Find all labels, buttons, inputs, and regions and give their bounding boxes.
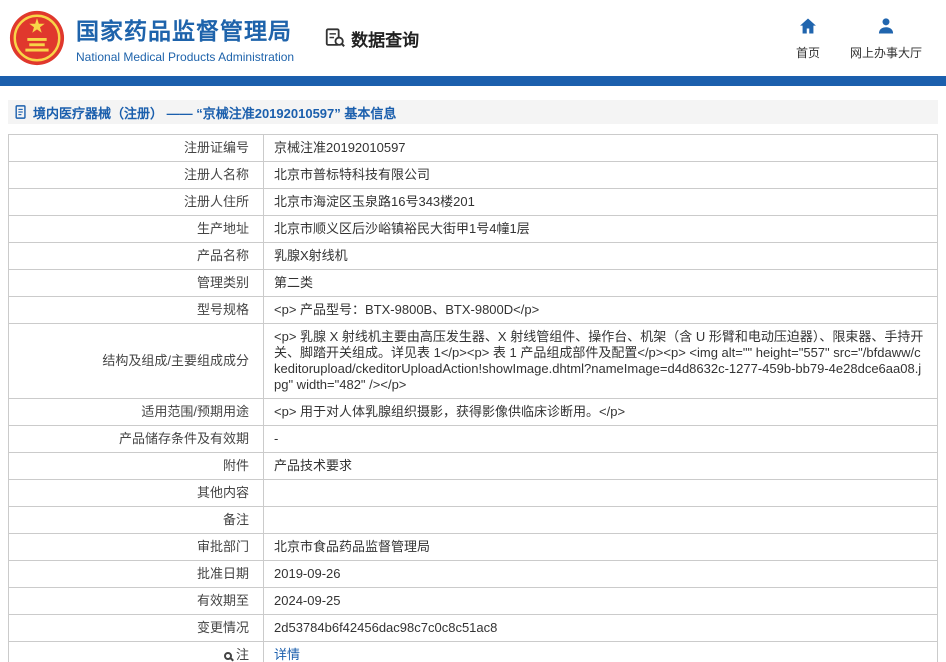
row-label: 批准日期 — [9, 561, 264, 588]
table-row: 备注 — [9, 507, 938, 534]
row-label: 注册证编号 — [9, 135, 264, 162]
site-title-en: National Medical Products Administration — [76, 50, 294, 64]
table-row: 生产地址 北京市顺义区后沙峪镇裕民大街甲1号4幢1层 — [9, 216, 938, 243]
row-label: 备注 — [9, 507, 264, 534]
row-label: 适用范围/预期用途 — [9, 399, 264, 426]
row-value: 北京市普标特科技有限公司 — [264, 162, 938, 189]
table-row: 适用范围/预期用途 <p> 用于对人体乳腺组织摄影，获得影像供临床诊断用。</p… — [9, 399, 938, 426]
info-table-body: 注册证编号 京械注准20192010597 注册人名称 北京市普标特科技有限公司… — [9, 135, 938, 662]
row-value: <p> 产品型号：BTX-9800B、BTX-9800D</p> — [264, 297, 938, 324]
row-value: 2d53784b6f42456dac98c7c0c8c51ac8 — [264, 615, 938, 642]
table-row: 附件 产品技术要求 — [9, 453, 938, 480]
magnifier-icon — [224, 652, 232, 660]
row-value: 产品技术要求 — [264, 453, 938, 480]
header: 国家药品监督管理局 National Medical Products Admi… — [0, 0, 946, 76]
nav-online-service-hall-label: 网上办事大厅 — [850, 44, 922, 61]
data-query-button[interactable]: 数据查询 — [324, 26, 419, 51]
row-label: 附件 — [9, 453, 264, 480]
nav-home[interactable]: 首页 — [796, 16, 820, 61]
person-icon — [876, 16, 896, 39]
document-icon — [14, 105, 28, 119]
row-label: 生产地址 — [9, 216, 264, 243]
row-value: 第二类 — [264, 270, 938, 297]
row-label: 产品名称 — [9, 243, 264, 270]
data-query-label: 数据查询 — [351, 26, 419, 51]
row-label: 其他内容 — [9, 480, 264, 507]
row-value: 乳腺X射线机 — [264, 243, 938, 270]
row-label: 结构及组成/主要组成成分 — [9, 324, 264, 399]
table-row: 型号规格 <p> 产品型号：BTX-9800B、BTX-9800D</p> — [9, 297, 938, 324]
row-label: 注 — [9, 642, 264, 662]
row-value: <p> 乳腺 X 射线机主要由高压发生器、X 射线管组件、操作台、机架（含 U … — [264, 324, 938, 399]
table-row: 审批部门 北京市食品药品监督管理局 — [9, 534, 938, 561]
breadcrumb: 境内医疗器械（注册） —— “京械注准20192010597” 基本信息 — [8, 100, 938, 124]
row-label: 审批部门 — [9, 534, 264, 561]
row-value — [264, 507, 938, 534]
table-row: 批准日期 2019-09-26 — [9, 561, 938, 588]
table-row: 变更情况 2d53784b6f42456dac98c7c0c8c51ac8 — [9, 615, 938, 642]
registration-info-table: 注册证编号 京械注准20192010597 注册人名称 北京市普标特科技有限公司… — [8, 134, 938, 662]
row-value: 详情 — [264, 642, 938, 662]
row-value: <p> 用于对人体乳腺组织摄影，获得影像供临床诊断用。</p> — [264, 399, 938, 426]
nav-online-service-hall[interactable]: 网上办事大厅 — [850, 16, 922, 61]
table-row: 管理类别 第二类 — [9, 270, 938, 297]
header-nav: 首页 网上办事大厅 — [796, 16, 922, 61]
row-value — [264, 480, 938, 507]
detail-link[interactable]: 详情 — [274, 647, 300, 662]
site-title-cn: 国家药品监督管理局 — [76, 12, 294, 46]
row-label: 注册人住所 — [9, 189, 264, 216]
row-value: 2024-09-25 — [264, 588, 938, 615]
row-label: 管理类别 — [9, 270, 264, 297]
home-icon — [798, 16, 818, 39]
row-value: 2019-09-26 — [264, 561, 938, 588]
table-row: 其他内容 — [9, 480, 938, 507]
table-row: 注册人住所 北京市海淀区玉泉路16号343楼201 — [9, 189, 938, 216]
table-row: 产品名称 乳腺X射线机 — [9, 243, 938, 270]
doc-magnifier-icon — [324, 27, 346, 49]
row-label: 产品储存条件及有效期 — [9, 426, 264, 453]
row-label: 型号规格 — [9, 297, 264, 324]
row-value: - — [264, 426, 938, 453]
row-label: 变更情况 — [9, 615, 264, 642]
row-value: 京械注准20192010597 — [264, 135, 938, 162]
row-value: 北京市顺义区后沙峪镇裕民大街甲1号4幢1层 — [264, 216, 938, 243]
header-divider-bar — [0, 76, 946, 86]
table-row: 产品储存条件及有效期 - — [9, 426, 938, 453]
table-row: 结构及组成/主要组成成分 <p> 乳腺 X 射线机主要由高压发生器、X 射线管组… — [9, 324, 938, 399]
breadcrumb-text: 境内医疗器械（注册） —— “京械注准20192010597” 基本信息 — [33, 103, 396, 122]
nmpa-emblem-logo — [8, 9, 66, 67]
table-row: 注册证编号 京械注准20192010597 — [9, 135, 938, 162]
row-value: 北京市食品药品监督管理局 — [264, 534, 938, 561]
table-row: 注册人名称 北京市普标特科技有限公司 — [9, 162, 938, 189]
nav-home-label: 首页 — [796, 44, 820, 61]
registration-info: 注册证编号 京械注准20192010597 注册人名称 北京市普标特科技有限公司… — [8, 134, 938, 662]
table-row: 有效期至 2024-09-25 — [9, 588, 938, 615]
row-label: 有效期至 — [9, 588, 264, 615]
site-title: 国家药品监督管理局 National Medical Products Admi… — [76, 12, 294, 64]
row-value: 北京市海淀区玉泉路16号343楼201 — [264, 189, 938, 216]
row-label: 注册人名称 — [9, 162, 264, 189]
table-row: 注 详情 — [9, 642, 938, 662]
